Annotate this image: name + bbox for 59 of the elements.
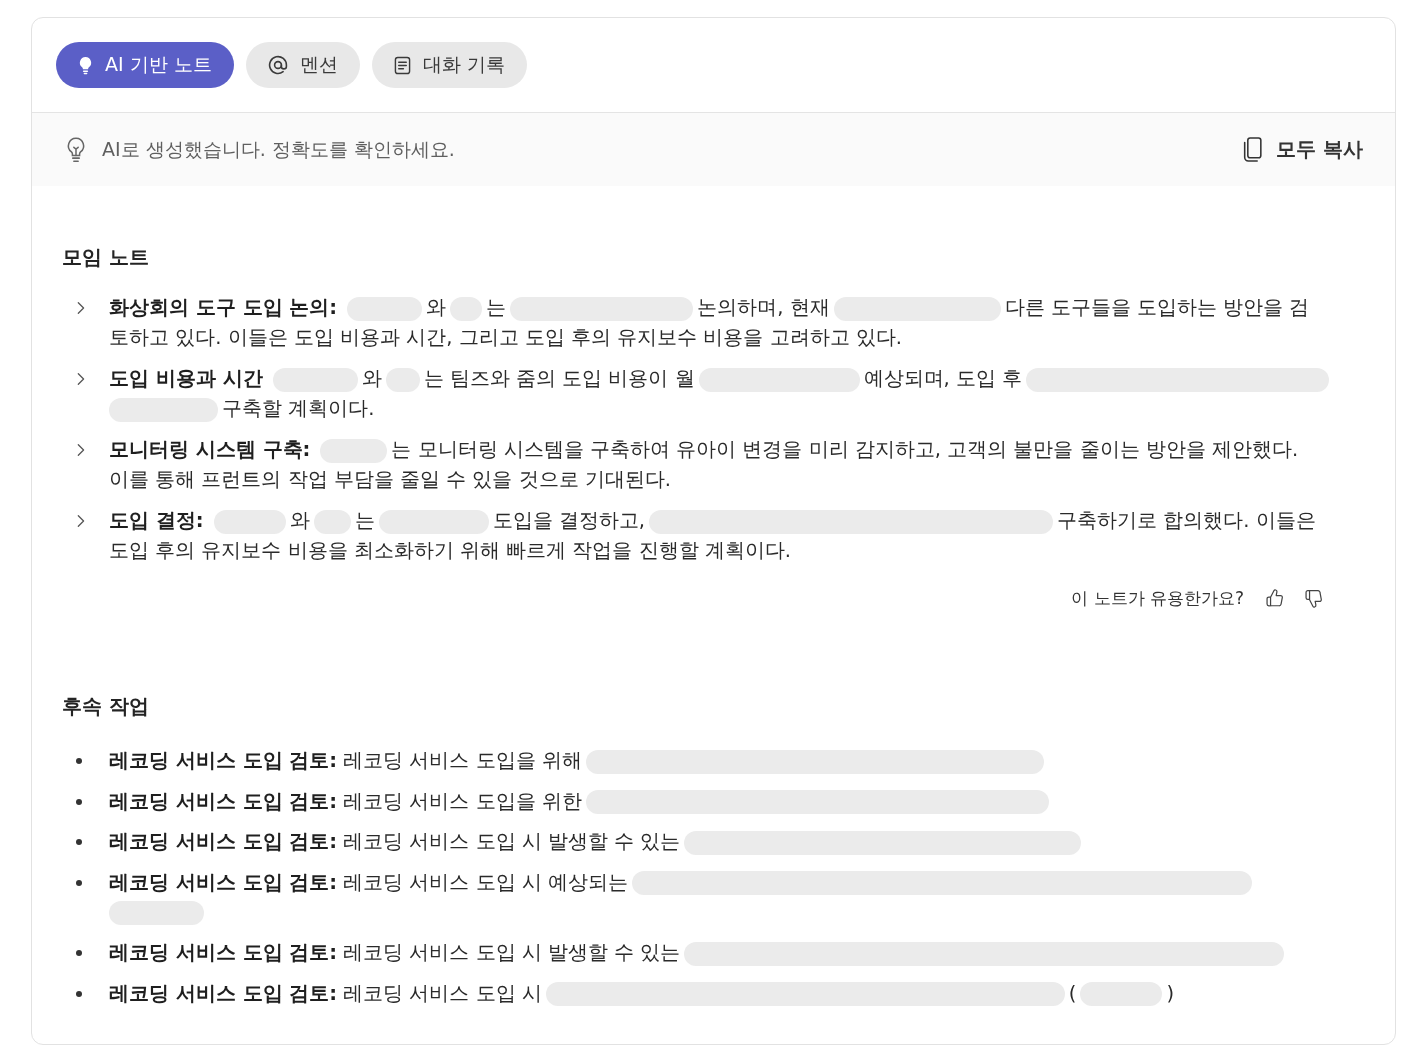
- note-text: 레코딩 서비스 도입 시 발생할 수 있는: [343, 941, 681, 964]
- chevron-right-icon[interactable]: [76, 514, 85, 528]
- note-text: 구축하기로 합의했다. 이들은: [1057, 509, 1316, 532]
- note-text: 레코딩 서비스 도입을 위한: [343, 789, 582, 813]
- note-title: 레코딩 서비스 도입 검토:: [109, 749, 338, 772]
- tab[interactable]: 멘션: [245, 42, 360, 88]
- feedback-question: 이 노트가 유용한가요?: [1071, 586, 1244, 610]
- note-text: 와: [426, 296, 447, 319]
- note-text: 레코딩 서비스 도입 시 예상되는: [343, 870, 628, 894]
- note-title: 레코딩 서비스 도입 검토:: [109, 941, 338, 964]
- note-text: 레코딩 서비스 도입 시 발생할 수 있는: [343, 830, 681, 853]
- lightbulb-icon: [78, 55, 93, 75]
- section-heading: 후속 작업: [62, 693, 150, 720]
- note-text: 레코딩 서비스 도입을 위해: [343, 749, 582, 772]
- note-title: 레코딩 서비스 도입 검토:: [109, 981, 338, 1005]
- note-title: 레코딩 서비스 도입 검토:: [109, 870, 338, 894]
- bullet-icon: [76, 798, 82, 805]
- note-title: 화상회의 도구 도입 논의:: [109, 296, 338, 319]
- note-text: 도입을 결정하고,: [492, 509, 645, 532]
- note-text: 는 모니터링 시스템을 구축하여 유아이 변경을 미리 감지하고, 고객의 불만을 줄이는 방안을 제안했다.: [391, 438, 1299, 461]
- tab[interactable]: 대화 기록: [371, 42, 527, 88]
- tab[interactable]: AI 기반 노트: [56, 42, 234, 88]
- bullet-icon: [76, 839, 82, 845]
- note-text: 논의하며, 현재: [697, 296, 830, 319]
- note-text: 도입 후의 유지보수 비용을 최소화하기 위해 빠르게 작업을 진행할 계획이다.: [109, 539, 791, 562]
- note-text: 는: [354, 509, 375, 532]
- thumbs-up-icon[interactable]: [1264, 587, 1285, 609]
- note-text: 와: [289, 509, 310, 532]
- note-title: 도입 결정:: [109, 509, 204, 532]
- bullet-icon: [76, 950, 82, 956]
- bullet-icon: [76, 990, 82, 997]
- copy-icon: [1243, 137, 1263, 162]
- note-title: 레코딩 서비스 도입 검토:: [109, 789, 338, 813]
- note-text: 다른 도구들을 도입하는 방안을 검: [1004, 296, 1310, 319]
- at-sign-icon: [267, 55, 288, 75]
- note-title: 도입 비용과 시간: [109, 367, 263, 390]
- copy-all-button[interactable]: 모두 복사: [1243, 136, 1363, 163]
- chevron-right-icon[interactable]: [76, 301, 85, 315]
- lightbulb-icon: [66, 136, 86, 163]
- note-text: 는 팀즈와 줌의 도입 비용이 월: [423, 367, 695, 390]
- chevron-right-icon[interactable]: [76, 443, 85, 457]
- note-text: 는: [486, 296, 507, 319]
- note-text: 구축할 계획이다.: [222, 397, 375, 420]
- note-title: 모니터링 시스템 구축:: [109, 438, 311, 461]
- section-heading: 모임 노트: [62, 244, 150, 271]
- document-icon: [393, 55, 411, 75]
- note-text: (: [1068, 981, 1077, 1005]
- note-text: 이를 통해 프런트의 작업 부담을 줄일 수 있을 것으로 기대된다.: [109, 468, 671, 491]
- thumbs-down-icon[interactable]: [1303, 587, 1324, 609]
- ai-notice-text: AI로 생성했습니다. 정확도를 확인하세요.: [102, 136, 455, 162]
- note-text: 와: [361, 367, 382, 390]
- note-text: 레코딩 서비스 도입 시: [343, 981, 542, 1005]
- bullet-icon: [76, 758, 82, 764]
- note-text: 예상되며, 도입 후: [863, 367, 1023, 390]
- chevron-right-icon[interactable]: [76, 372, 85, 386]
- note-title: 레코딩 서비스 도입 검토:: [109, 830, 338, 853]
- bullet-icon: [76, 879, 82, 886]
- note-text: 토하고 있다. 이들은 도입 비용과 시간, 그리고 도입 후의 유지보수 비용을 고려하고 있다.: [109, 326, 902, 349]
- note-text: ): [1166, 981, 1174, 1005]
